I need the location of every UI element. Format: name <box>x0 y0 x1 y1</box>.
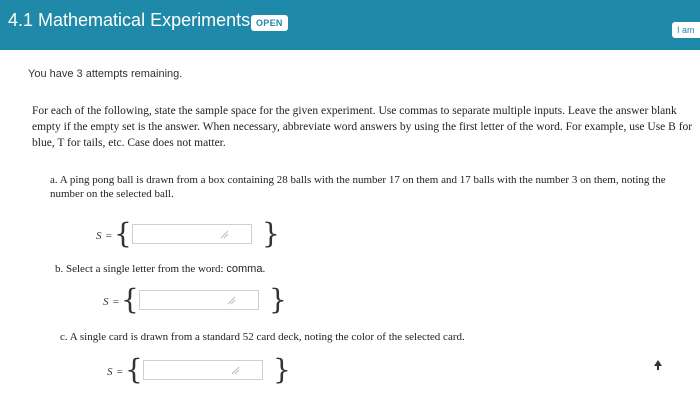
attempts-remaining: You have 3 attempts remaining. <box>28 68 183 80</box>
answer-row-b: S = { } <box>95 283 295 316</box>
part-c-marker: c. <box>60 331 68 343</box>
close-brace: } <box>262 217 280 250</box>
question-part-b: b. Select a single letter from the word:… <box>55 262 655 276</box>
open-brace: { <box>121 283 139 316</box>
page-title: 4.1 Mathematical Experiments <box>8 10 251 30</box>
open-badge: OPEN <box>251 15 288 31</box>
open-brace: { <box>125 353 143 386</box>
part-a-text: A ping pong ball is drawn from a box con… <box>50 174 666 200</box>
answer-input-b[interactable] <box>139 290 259 310</box>
instructions-text: For each of the following, state the sam… <box>32 105 693 149</box>
part-b-suffix: . <box>262 263 266 275</box>
header-bar: 4.1 Mathematical Experiments OPEN I am <box>0 0 700 50</box>
s-label: S <box>107 366 113 378</box>
s-label: S <box>103 296 109 308</box>
close-brace: } <box>273 353 291 386</box>
part-b-word: comma <box>226 263 263 275</box>
s-label: S <box>96 230 102 242</box>
close-brace: } <box>269 283 287 316</box>
answer-input-c[interactable] <box>143 360 263 380</box>
page: 4.1 Mathematical Experiments OPEN I am Y… <box>0 0 700 416</box>
part-b-text: Select a single letter from the word: <box>66 263 227 275</box>
part-a-marker: a. <box>50 174 58 186</box>
i-am-button[interactable]: I am <box>672 22 700 38</box>
answer-row-c: S = { } <box>99 353 299 386</box>
answer-row-a: S = { } <box>88 217 288 250</box>
equals-sign: = <box>112 296 120 308</box>
resize-handle-icon <box>231 366 240 375</box>
part-b-marker: b. <box>55 263 64 275</box>
resize-handle-icon <box>227 296 236 305</box>
equals-sign: = <box>116 366 124 378</box>
equals-sign: = <box>105 230 113 242</box>
open-brace: { <box>114 217 132 250</box>
question-part-a: a. A ping pong ball is drawn from a box … <box>50 173 690 201</box>
mouse-cursor-icon <box>654 360 662 370</box>
answer-input-a[interactable] <box>132 224 252 244</box>
question-part-c: c. A single card is drawn from a standar… <box>60 330 660 344</box>
part-c-text: A single card is drawn from a standard 5… <box>69 331 465 343</box>
resize-handle-icon <box>220 230 229 239</box>
